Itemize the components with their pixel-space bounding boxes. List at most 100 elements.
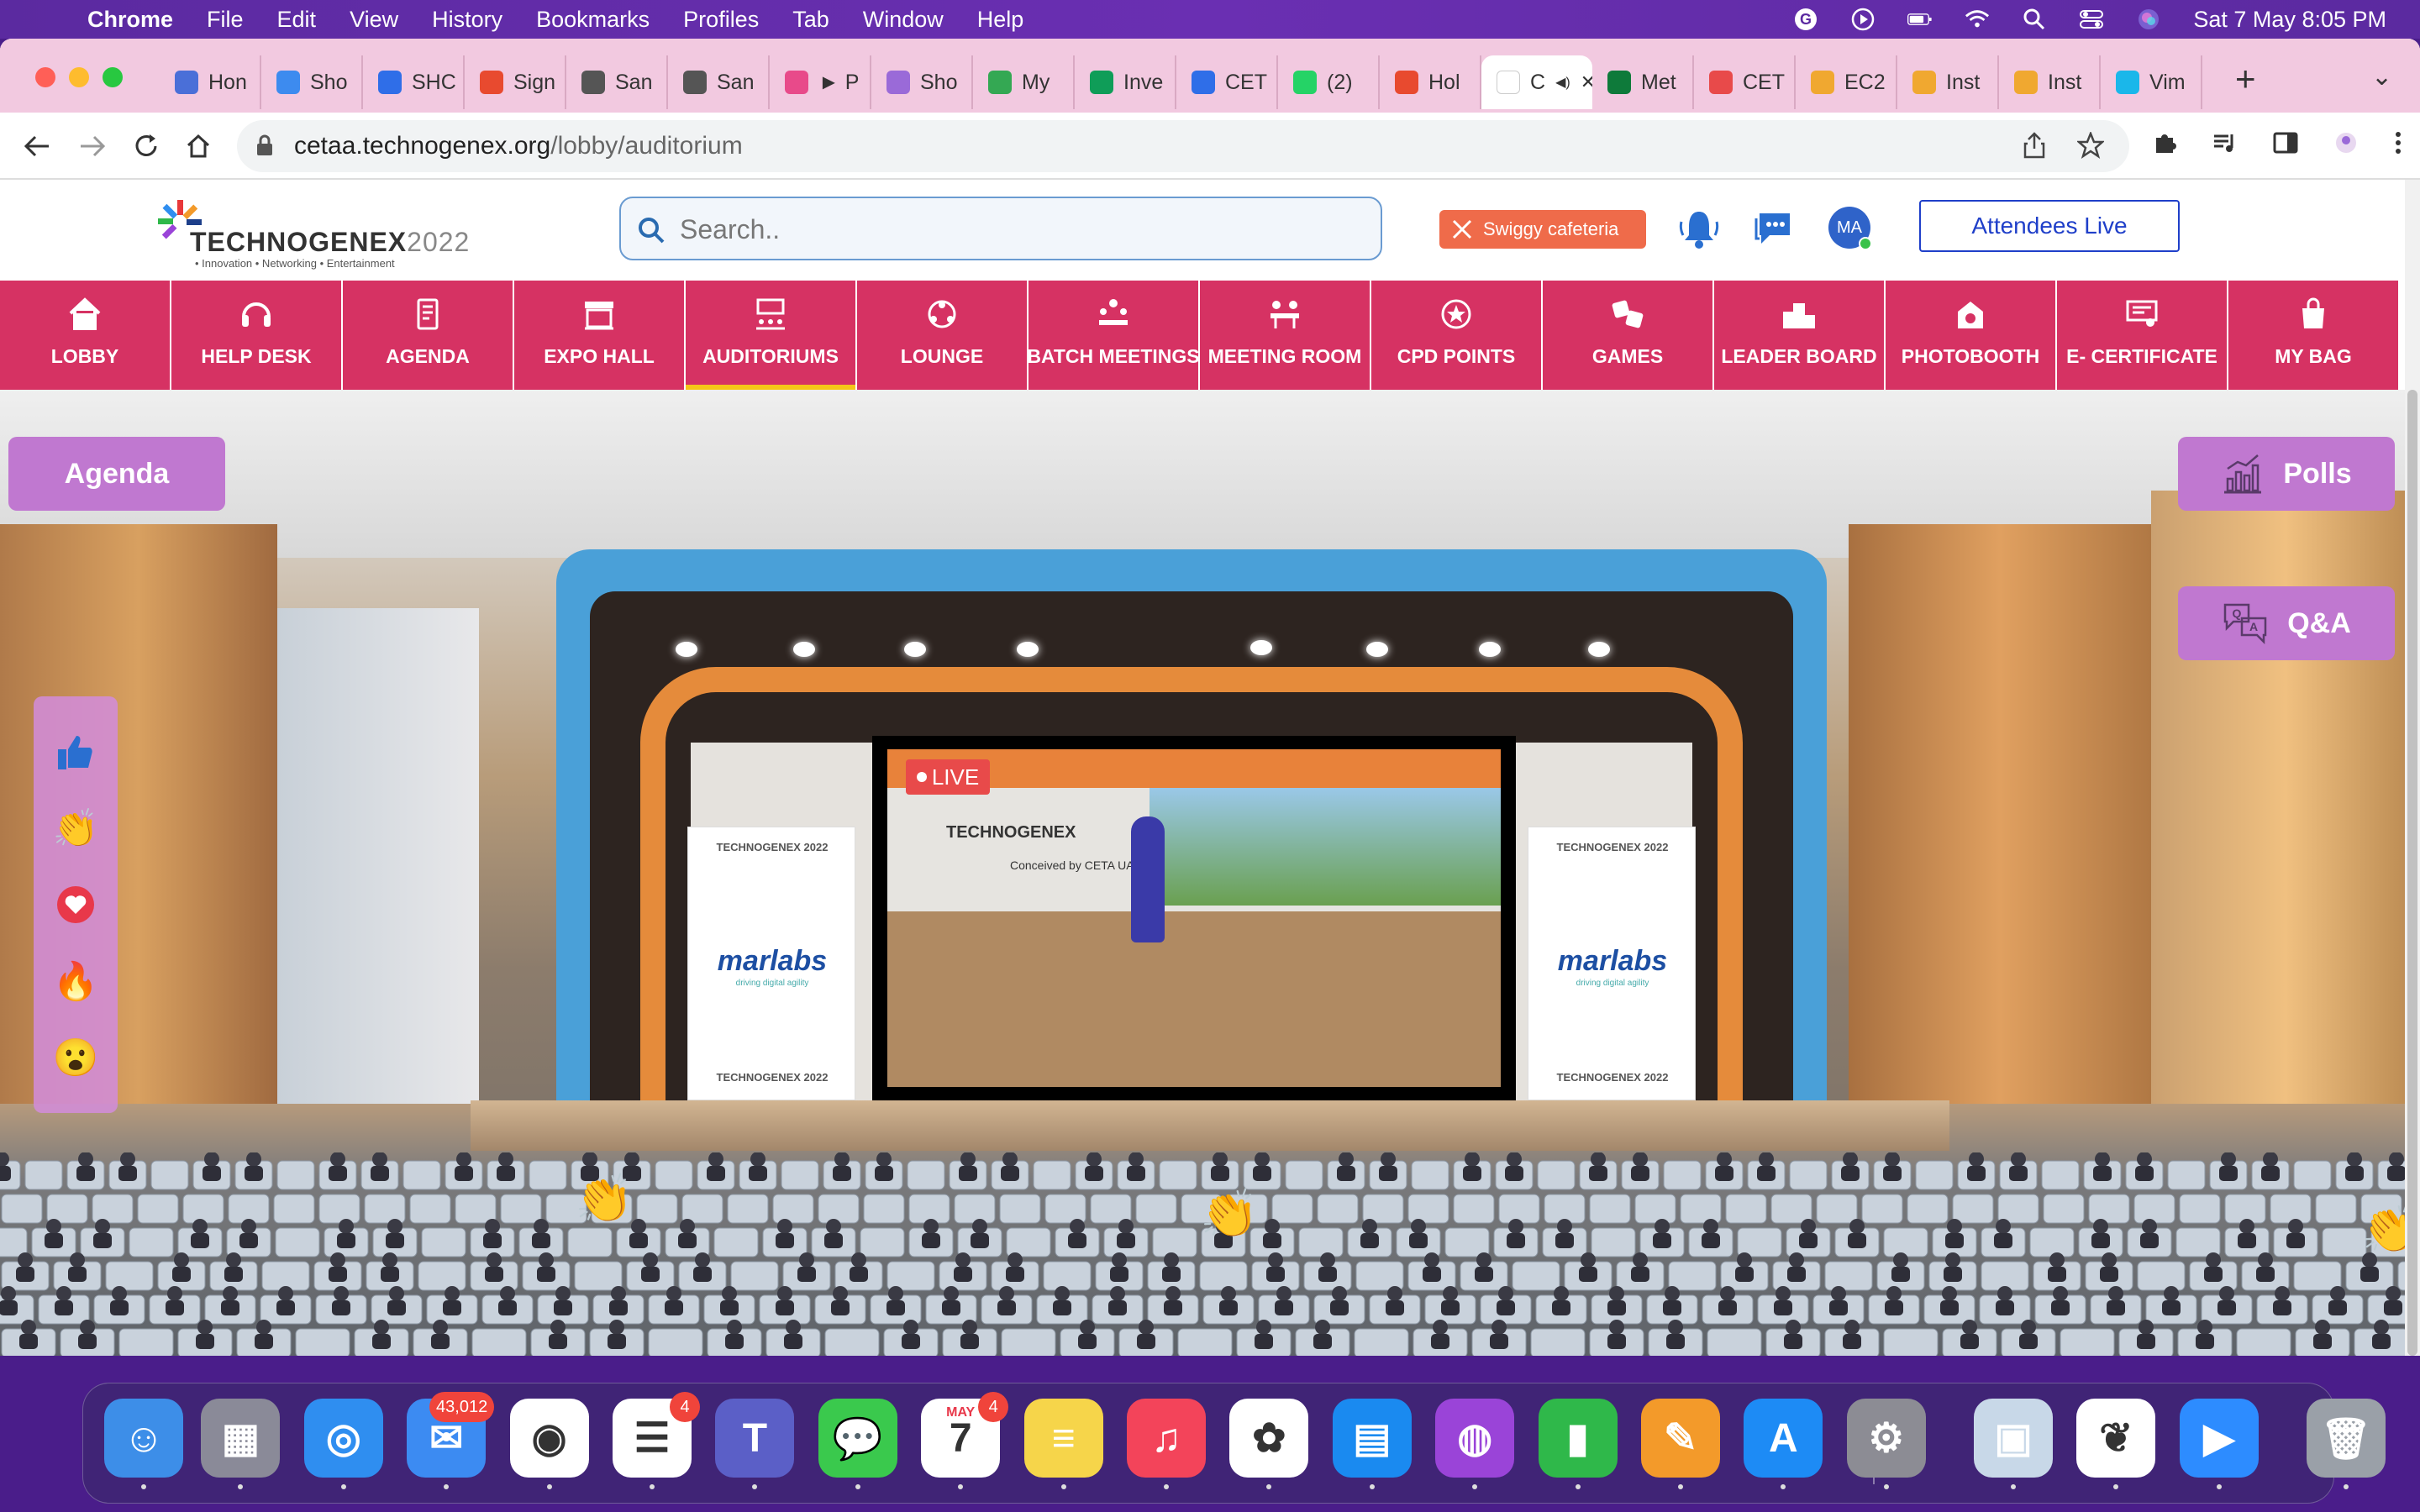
- swiggy-cafeteria-button[interactable]: Swiggy cafeteria: [1439, 210, 1646, 249]
- dock-safari-icon[interactable]: ◎: [303, 1399, 383, 1489]
- nav-expo-hall[interactable]: EXPO HALL: [514, 281, 684, 390]
- browser-tab[interactable]: Vim: [2101, 55, 2202, 109]
- back-button[interactable]: [17, 126, 57, 166]
- dock-music-icon[interactable]: ♫: [1127, 1399, 1206, 1489]
- dock-podcasts-icon[interactable]: ◍: [1435, 1399, 1515, 1489]
- home-button[interactable]: [178, 126, 218, 166]
- dock-finder-icon[interactable]: ☺: [104, 1399, 184, 1489]
- browser-tab[interactable]: Sign: [465, 55, 566, 109]
- menu-edit[interactable]: Edit: [277, 7, 317, 33]
- browser-tab[interactable]: My: [973, 55, 1075, 109]
- close-window-button[interactable]: [35, 67, 55, 87]
- play-icon[interactable]: [1850, 7, 1876, 32]
- browser-tab[interactable]: Inst: [1999, 55, 2101, 109]
- search-input[interactable]: [680, 205, 1352, 254]
- siri-icon[interactable]: [2136, 7, 2161, 32]
- notification-bell-icon[interactable]: [1676, 205, 1723, 252]
- minimize-window-button[interactable]: [69, 67, 89, 87]
- dock-chrome-icon[interactable]: ◉: [509, 1399, 589, 1489]
- clap-icon[interactable]: 👏: [51, 804, 100, 853]
- dock-pages-icon[interactable]: ✎: [1641, 1399, 1720, 1489]
- live-video-screen[interactable]: TECHNOGENEX Conceived by CETA UAE LIVE: [872, 736, 1516, 1104]
- menu-help[interactable]: Help: [977, 7, 1024, 33]
- nav-photobooth[interactable]: PHOTOBOOTH: [1886, 281, 2055, 390]
- browser-tab[interactable]: EC2: [1796, 55, 1897, 109]
- dock-zoom-icon[interactable]: ▶: [2179, 1399, 2259, 1489]
- media-control-icon[interactable]: [2212, 129, 2238, 163]
- chat-icon[interactable]: [1749, 205, 1797, 252]
- tab-search-chevron-icon[interactable]: ⌄: [2371, 62, 2392, 92]
- grammarly-icon[interactable]: G: [1793, 7, 1818, 32]
- tab-close-icon[interactable]: ✕: [1581, 71, 1592, 93]
- side-panel-icon[interactable]: [2272, 129, 2299, 163]
- browser-tab[interactable]: San: [668, 55, 770, 109]
- chrome-menu-icon[interactable]: [2393, 129, 2403, 163]
- browser-tab[interactable]: (2): [1278, 55, 1380, 109]
- dock-calendar-icon[interactable]: MAY 7 4: [921, 1392, 1009, 1489]
- browser-tab[interactable]: Hon: [160, 55, 261, 109]
- menu-tab[interactable]: Tab: [792, 7, 829, 33]
- browser-tab[interactable]: Hol: [1380, 55, 1481, 109]
- search-icon[interactable]: [636, 215, 666, 245]
- dock-keynote-icon[interactable]: ▤: [1332, 1399, 1412, 1489]
- reload-button[interactable]: [126, 126, 166, 166]
- new-tab-button[interactable]: +: [2235, 59, 2256, 99]
- dock-app-store-icon[interactable]: A: [1744, 1399, 1823, 1489]
- control-center-icon[interactable]: [2079, 7, 2104, 32]
- browser-tab[interactable]: San: [566, 55, 668, 109]
- dock-numbers-icon[interactable]: ▮: [1538, 1399, 1618, 1489]
- wow-icon[interactable]: 😮: [51, 1033, 100, 1082]
- menu-history[interactable]: History: [432, 7, 502, 33]
- fire-icon[interactable]: 🔥: [51, 957, 100, 1005]
- agenda-button[interactable]: Agenda: [8, 437, 225, 511]
- nav-agenda[interactable]: AGENDA: [343, 281, 513, 390]
- thumbs-up-icon[interactable]: [51, 727, 100, 776]
- nav-auditoriums[interactable]: AUDITORIUMS: [686, 281, 855, 390]
- dock-mail-icon[interactable]: ✉ 43,012: [407, 1392, 495, 1489]
- menu-view[interactable]: View: [350, 7, 398, 33]
- zoom-window-button[interactable]: [103, 67, 123, 87]
- dock-photos-icon[interactable]: ✿: [1229, 1399, 1309, 1489]
- dock-mongodb-icon[interactable]: ❦: [2076, 1399, 2156, 1489]
- technogenex-logo[interactable]: TECHNOGENEX2022 • Innovation • Networkin…: [158, 193, 469, 270]
- heart-icon[interactable]: [51, 880, 100, 929]
- browser-tab[interactable]: CET: [1694, 55, 1796, 109]
- dock-messages-icon[interactable]: 💬: [818, 1399, 897, 1489]
- dock-teams-icon[interactable]: T: [715, 1399, 795, 1489]
- menubar-clock[interactable]: Sat 7 May 8:05 PM: [2193, 7, 2386, 33]
- nav-my-bag[interactable]: MY BAG: [2228, 281, 2398, 390]
- browser-tab[interactable]: ► P: [770, 55, 871, 109]
- qa-button[interactable]: QA Q&A: [2178, 586, 2395, 660]
- nav-meeting-room[interactable]: MEETING ROOM: [1200, 281, 1370, 390]
- browser-tab[interactable]: Inve: [1075, 55, 1176, 109]
- battery-icon[interactable]: [1907, 7, 1933, 32]
- menu-app-name[interactable]: Chrome: [87, 7, 173, 33]
- nav-e-certificate[interactable]: E- CERTIFICATE: [2057, 281, 2227, 390]
- dock-system-preferences-icon[interactable]: ⚙: [1846, 1399, 1926, 1489]
- extensions-puzzle-icon[interactable]: [2151, 129, 2178, 163]
- wifi-icon[interactable]: [1965, 7, 1990, 32]
- page-scrollbar[interactable]: [2405, 180, 2420, 1356]
- dock-preview-icon[interactable]: ▣: [1974, 1399, 2053, 1489]
- browser-tab[interactable]: CET: [1176, 55, 1278, 109]
- dock-notes-icon[interactable]: ≡: [1023, 1399, 1103, 1489]
- user-avatar[interactable]: MA: [1828, 207, 1872, 250]
- bookmark-star-icon[interactable]: [2075, 130, 2106, 165]
- browser-tab[interactable]: Sho: [261, 55, 363, 109]
- nav-games[interactable]: GAMES: [1543, 281, 1712, 390]
- nav-help-desk[interactable]: HELP DESK: [171, 281, 341, 390]
- browser-tab[interactable]: Inst: [1897, 55, 1999, 109]
- nav-cpd-points[interactable]: CPD POINTS: [1371, 281, 1541, 390]
- tab-audio-speaker-icon[interactable]: ◀): [1555, 74, 1570, 91]
- attendees-live-button[interactable]: Attendees Live: [1919, 200, 2180, 252]
- dock-trash-icon[interactable]: 🗑: [2307, 1399, 2386, 1489]
- nav-batch-meetings[interactable]: BATCH MEETINGS: [1027, 281, 1200, 390]
- browser-tab[interactable]: SHC: [363, 55, 465, 109]
- menu-profiles[interactable]: Profiles: [683, 7, 759, 33]
- forward-button[interactable]: [72, 126, 113, 166]
- nav-lobby[interactable]: LOBBY: [0, 281, 170, 390]
- browser-tab[interactable]: Sho: [871, 55, 973, 109]
- menu-window[interactable]: Window: [863, 7, 944, 33]
- profile-extension-icon[interactable]: [2333, 129, 2360, 163]
- nav-leader-board[interactable]: LEADER BOARD: [1714, 281, 1884, 390]
